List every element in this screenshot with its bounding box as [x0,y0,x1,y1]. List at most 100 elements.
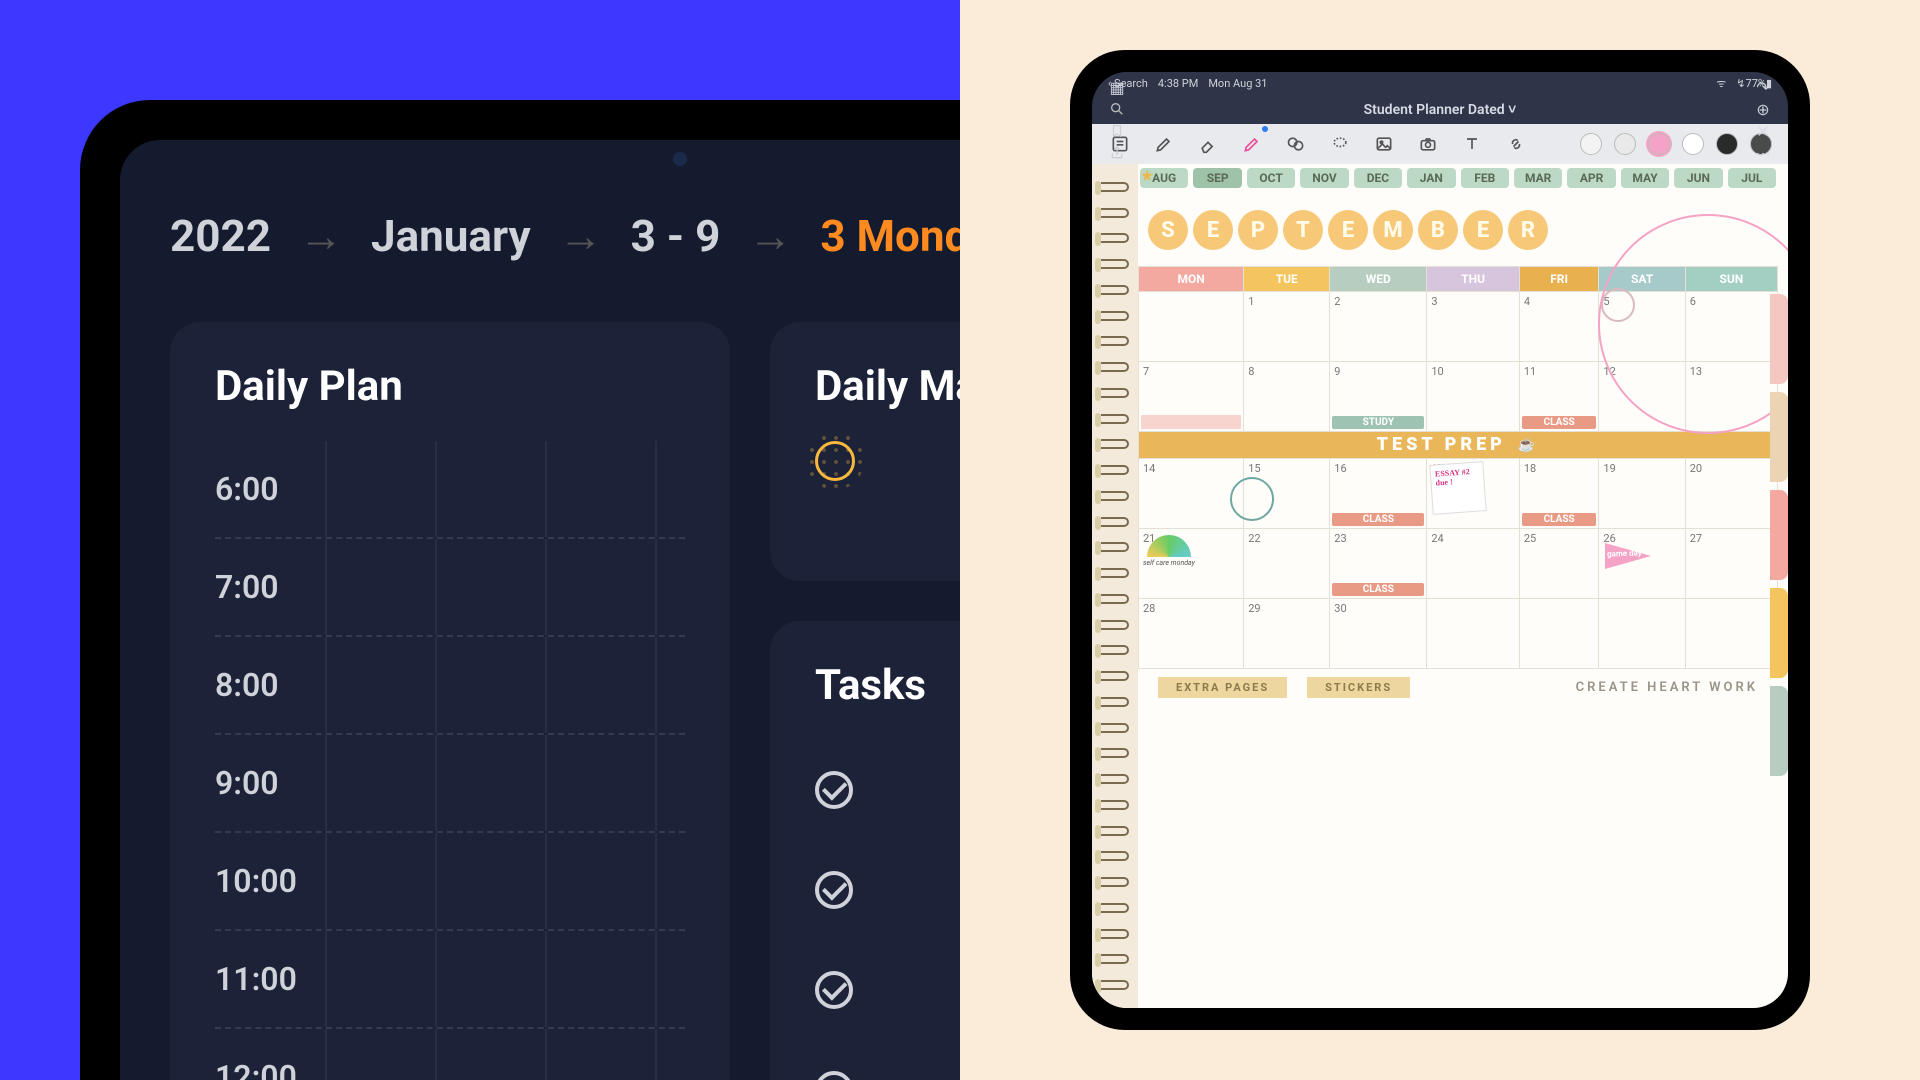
camera-icon[interactable] [1416,132,1440,156]
calendar-cell[interactable]: 4 [1519,292,1599,362]
calendar-cell[interactable]: 26game day [1599,529,1685,599]
pen-icon[interactable] [1152,132,1176,156]
close-icon[interactable]: ✕ [1752,120,1774,142]
month-tab[interactable]: SEP [1193,168,1241,188]
color-swatch[interactable] [1716,133,1738,155]
hour-row[interactable]: 8:00 [215,637,685,735]
breadcrumb-year[interactable]: 2022 [170,210,271,262]
document-title[interactable]: Student Planner Dated ˅ [1128,101,1752,118]
checkmark-icon[interactable] [815,771,853,809]
hour-row[interactable]: 11:00 [215,931,685,1029]
chevron-right-icon: → [748,210,792,262]
brand-label: CREATE HEART WORK [1576,680,1758,695]
calendar-cell[interactable]: 8 [1244,362,1330,432]
calendar-cell[interactable]: 15 [1244,459,1330,529]
ipad-dark-frame: 2022 → January → 3 - 9 → 3 Monday Daily … [80,100,960,1080]
link-icon[interactable] [1504,132,1528,156]
month-tab[interactable]: DEC [1354,168,1402,188]
month-tab[interactable]: MAY [1621,168,1669,188]
side-tab[interactable] [1770,686,1788,776]
breadcrumb-range[interactable]: 3 - 9 [631,210,721,262]
calendar-cell[interactable]: 30 [1330,599,1427,669]
shape-icon[interactable] [1284,132,1308,156]
month-letter: P [1238,210,1278,250]
breadcrumb-day[interactable]: 3 Monday [820,210,960,262]
bookmark-icon[interactable] [1106,120,1128,142]
side-tab[interactable] [1770,392,1788,482]
calendar-cell[interactable]: 29 [1244,599,1330,669]
breadcrumb-month[interactable]: January [371,210,531,262]
calendar-cell[interactable]: 14 [1139,459,1244,529]
stickers-tab[interactable]: STICKERS [1307,677,1410,698]
month-tab[interactable]: MAR [1514,168,1562,188]
task-item[interactable] [815,840,960,940]
month-tab[interactable]: OCT [1247,168,1295,188]
calendar-cell[interactable]: 9STUDY [1330,362,1427,432]
hour-row[interactable]: 7:00 [215,539,685,637]
redo-icon[interactable]: ↷ [1752,76,1774,98]
calendar-cell[interactable]: 22 [1244,529,1330,599]
month-tab[interactable]: JUN [1674,168,1722,188]
hour-row[interactable]: 12:00 [215,1029,685,1080]
calendar-cell[interactable]: 27 [1685,529,1777,599]
lasso-icon[interactable] [1328,132,1352,156]
eraser-icon[interactable] [1196,132,1220,156]
share-icon[interactable] [1106,142,1128,164]
calendar-cell[interactable]: 18CLASS [1519,459,1599,529]
task-item[interactable] [815,740,960,840]
text-icon[interactable] [1460,132,1484,156]
calendar-cell[interactable]: 1 [1244,292,1330,362]
calendar-cell[interactable]: 21self care monday [1139,529,1244,599]
calendar-cell[interactable]: 7 [1139,362,1244,432]
hour-row[interactable]: 6:00 [215,441,685,539]
month-letter: E [1193,210,1233,250]
calendar-cell[interactable]: 11CLASS [1519,362,1599,432]
calendar-cell[interactable]: 17ESSAY #2 due ! [1427,459,1519,529]
color-swatch[interactable] [1682,133,1704,155]
image-icon[interactable] [1372,132,1396,156]
calendar-cell[interactable] [1519,599,1599,669]
calendar-cell[interactable]: 24 [1427,529,1519,599]
status-time: 4:38 PM [1158,77,1198,90]
side-tab[interactable] [1770,588,1788,678]
month-tab[interactable]: NOV [1300,168,1348,188]
search-icon[interactable] [1106,98,1128,120]
color-swatch[interactable] [1648,133,1670,155]
month-tab[interactable]: APR [1567,168,1615,188]
hour-row[interactable]: 9:00 [215,735,685,833]
extra-pages-tab[interactable]: EXTRA PAGES [1158,677,1287,698]
calendar-cell[interactable]: 19 [1599,459,1685,529]
calendar-cell[interactable]: 16CLASS [1330,459,1427,529]
task-item[interactable] [815,1040,960,1080]
month-tab[interactable]: FEB [1461,168,1509,188]
calendar-cell[interactable]: 23CLASS [1330,529,1427,599]
side-tab[interactable] [1770,294,1788,384]
calendar-cell[interactable]: 3 [1427,292,1519,362]
add-page-icon[interactable]: ⊕ [1752,98,1774,120]
month-tab[interactable]: JAN [1407,168,1455,188]
calendar-cell[interactable]: 10 [1427,362,1519,432]
calendar-cell[interactable]: 28 [1139,599,1244,669]
calendar-cell[interactable]: 2 [1330,292,1427,362]
color-swatch[interactable] [1580,133,1602,155]
checkmark-icon[interactable] [815,1071,853,1080]
side-tab[interactable] [1770,490,1788,580]
checkmark-icon[interactable] [815,971,853,1009]
test-prep-banner: TEST PREP☕ [1139,432,1777,458]
calendar-cell[interactable] [1427,599,1519,669]
grid-icon[interactable]: ▦ [1106,76,1128,98]
daily-main-card: Daily Mai [770,322,960,581]
color-swatch[interactable] [1614,133,1636,155]
hour-label: 9:00 [215,764,279,802]
calendar-cell[interactable] [1599,599,1685,669]
calendar-cell[interactable]: 25 [1519,529,1599,599]
calendar-cell[interactable] [1139,292,1244,362]
more-icon[interactable]: ⋯ [1752,142,1774,164]
month-tab[interactable]: JUL [1728,168,1776,188]
calendar-cell[interactable] [1685,599,1777,669]
checkmark-icon[interactable] [815,871,853,909]
task-item[interactable] [815,940,960,1040]
hour-row[interactable]: 10:00 [215,833,685,931]
calendar-cell[interactable]: 20 [1685,459,1777,529]
highlighter-icon[interactable] [1240,132,1264,156]
